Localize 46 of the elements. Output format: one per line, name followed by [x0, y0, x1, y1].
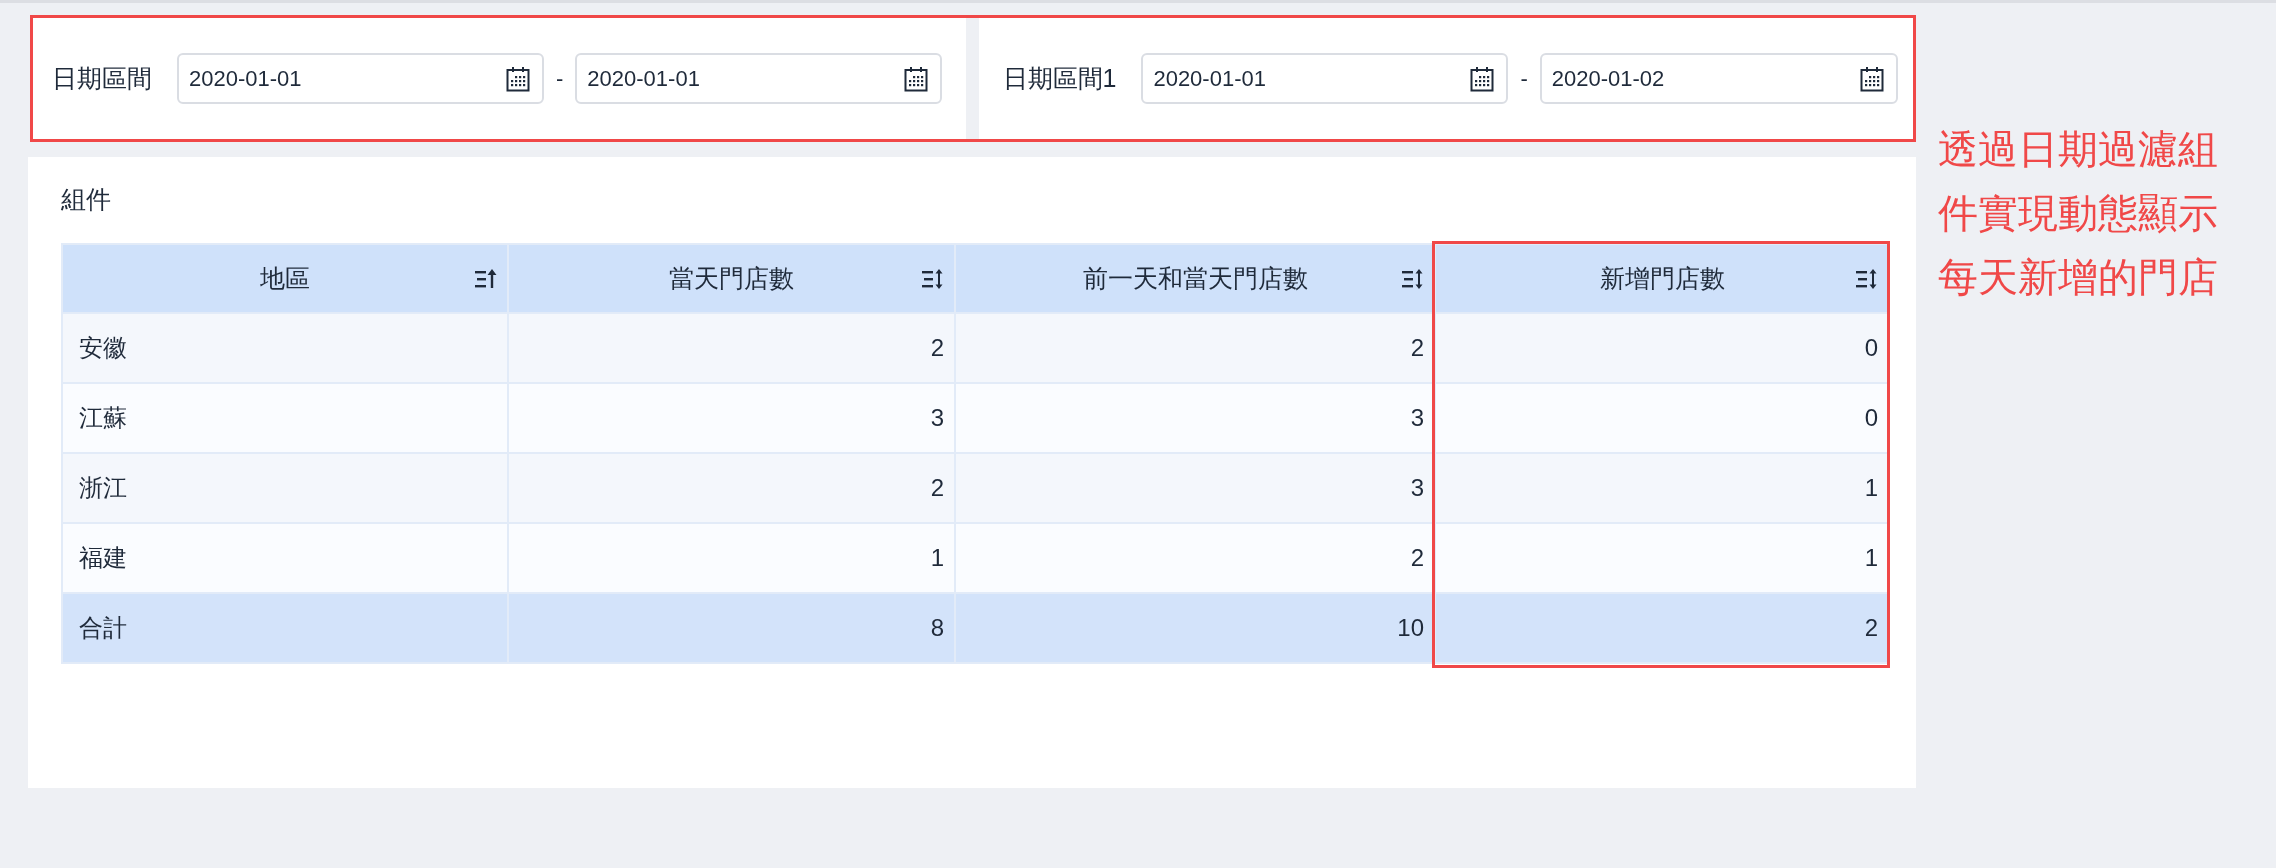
table-cell: 江蘇	[79, 404, 127, 431]
table-cell: 浙江	[79, 474, 127, 501]
calendar-icon[interactable]	[1859, 65, 1884, 92]
date-value: 2020-01-01	[189, 65, 302, 93]
total-cell: 2	[1864, 614, 1878, 641]
range-separator: -	[556, 65, 564, 93]
date-field[interactable]: 2020-01-01	[575, 53, 943, 104]
column-header[interactable]: 新增門店數	[1599, 263, 1725, 292]
table-cell: 2	[1410, 334, 1424, 361]
table-cell: 1	[1864, 474, 1878, 501]
date-field[interactable]: 2020-01-02	[1539, 53, 1898, 104]
sort-icon[interactable]	[922, 268, 944, 289]
table-cell: 0	[1864, 334, 1878, 361]
sort-icon[interactable]	[1856, 268, 1878, 289]
filter-label: 日期區間1	[1002, 62, 1117, 94]
widget-title: 組件	[61, 184, 112, 215]
calendar-icon[interactable]	[1470, 65, 1495, 92]
table-cell: 2	[930, 474, 944, 501]
total-cell: 8	[930, 614, 944, 641]
date-value: 2020-01-01	[1153, 65, 1266, 93]
table-cell: 1	[1864, 544, 1878, 571]
date-value: 2020-01-01	[587, 65, 700, 93]
calendar-icon[interactable]	[506, 65, 530, 92]
sort-icon[interactable]	[1402, 268, 1424, 289]
total-cell: 10	[1397, 614, 1424, 641]
table-cell: 2	[930, 334, 944, 361]
table-cell: 安徽	[79, 334, 127, 361]
column-header[interactable]: 當天門店數	[669, 263, 794, 292]
date-field[interactable]: 2020-01-01	[177, 53, 544, 104]
table-cell: 福建	[79, 544, 127, 571]
range-separator: -	[1520, 65, 1528, 93]
sort-ascending-icon[interactable]	[475, 268, 497, 289]
date-value: 2020-01-02	[1551, 65, 1665, 93]
table-cell: 0	[1864, 404, 1878, 431]
filter-label: 日期區間	[52, 62, 152, 94]
table-cell: 3	[930, 404, 944, 431]
total-cell: 合計	[79, 614, 127, 641]
annotation-text: 透過日期過濾組件實現動態顯示每天新增的門店	[1938, 126, 2219, 301]
date-field[interactable]: 2020-01-01	[1141, 53, 1509, 104]
table-cell: 1	[930, 544, 944, 571]
table-cell: 3	[1410, 404, 1424, 431]
column-header[interactable]: 地區	[260, 263, 310, 292]
table-cell: 2	[1410, 544, 1424, 571]
calendar-icon[interactable]	[904, 65, 929, 92]
column-header[interactable]: 前一天和當天門店數	[1082, 263, 1308, 292]
table-cell: 3	[1410, 474, 1424, 501]
